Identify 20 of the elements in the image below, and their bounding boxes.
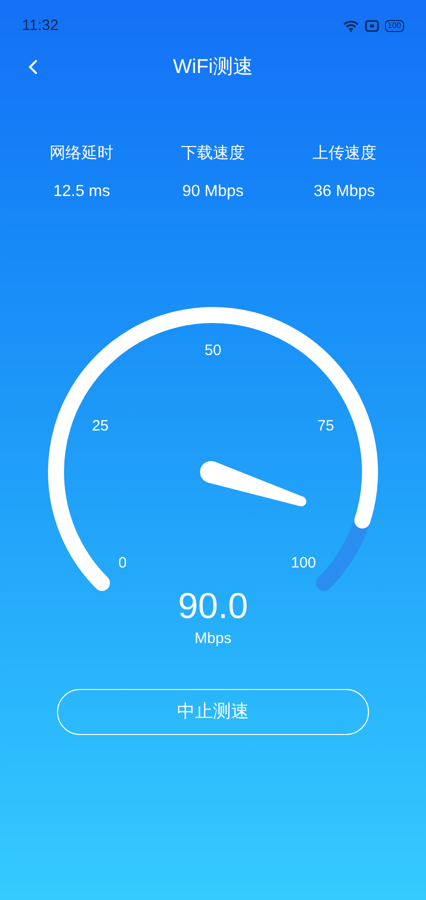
status-time: 11:32 [22, 16, 58, 36]
gauge-tick-label: 100 [291, 554, 316, 572]
wifi-icon [342, 20, 359, 32]
stat-label: 上传速度 [312, 144, 376, 164]
back-icon[interactable] [28, 59, 38, 75]
gauge-tick-label: 50 [204, 342, 222, 359]
stat-value: 36 Mbps [314, 182, 375, 202]
stop-test-button[interactable]: 中止测速 [57, 688, 369, 734]
page-title: WiFi测速 [173, 55, 253, 80]
stat-label: 网络延时 [50, 144, 114, 164]
stat-value: 12.5 ms [53, 182, 110, 202]
gauge-tick-label: 75 [317, 417, 334, 434]
gauge-tick-label: 0 [118, 554, 127, 572]
gauge-tick-label: 25 [92, 417, 109, 434]
stat-value: 90 Mbps [182, 182, 244, 202]
stat-label: 下载速度 [180, 144, 245, 164]
speed-unit: Mbps [194, 629, 232, 649]
screen-icon [364, 20, 379, 32]
speed-reading: 90.0 [178, 588, 248, 624]
battery-indicator: 100 [384, 20, 404, 32]
